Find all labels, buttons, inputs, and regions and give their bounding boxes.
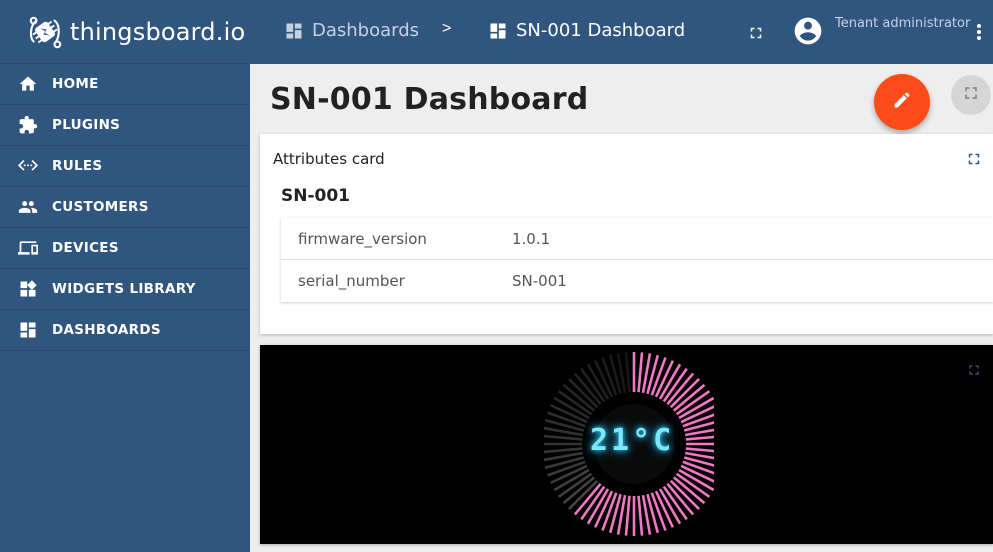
attribute-key: firmware_version bbox=[298, 229, 427, 248]
gauge-tick-lit bbox=[637, 352, 644, 393]
user-role: Tenant administrator bbox=[835, 16, 971, 31]
account-circle-icon[interactable] bbox=[792, 15, 824, 47]
gauge-value: 21°C bbox=[590, 423, 675, 458]
gauge-tick-lit bbox=[685, 447, 714, 453]
attribute-value: 1.0.1 bbox=[512, 229, 551, 248]
fullscreen-icon bbox=[961, 83, 981, 108]
gauge-tick-unlit bbox=[624, 352, 631, 393]
breadcrumb-label: SN-001 Dashboard bbox=[516, 20, 686, 41]
dashboard-icon bbox=[18, 320, 38, 340]
widget-title: Attributes card bbox=[273, 150, 385, 168]
pencil-icon bbox=[892, 90, 912, 115]
sidebar-item-home[interactable]: HOME bbox=[0, 64, 250, 105]
dashboard-icon bbox=[284, 21, 304, 41]
table-row: serial_number SN-001 bbox=[281, 260, 993, 302]
fullscreen-icon[interactable] bbox=[965, 150, 983, 173]
sidebar-item-label: RULES bbox=[52, 158, 103, 174]
sidebar-item-label: WIDGETS LIBRARY bbox=[52, 281, 196, 297]
sidebar-item-customers[interactable]: CUSTOMERS bbox=[0, 187, 250, 228]
sidebar: thingsboard.io HOME PLUGINS RULES CUSTOM… bbox=[0, 0, 250, 552]
sidebar-item-rules[interactable]: RULES bbox=[0, 146, 250, 187]
attribute-value: SN-001 bbox=[512, 272, 567, 290]
breadcrumb-dashboards[interactable]: Dashboards bbox=[284, 20, 419, 41]
settings-ethernet-icon bbox=[18, 156, 38, 176]
page-title: SN-001 Dashboard bbox=[270, 82, 589, 117]
dashboard-icon bbox=[488, 21, 508, 41]
gauge-tick-lit bbox=[637, 495, 644, 536]
devices-icon bbox=[18, 238, 38, 258]
table-row: firmware_version 1.0.1 bbox=[281, 218, 993, 260]
breadcrumb-current-dashboard[interactable]: SN-001 Dashboard bbox=[488, 20, 685, 41]
attributes-card-widget: Attributes card SN-001 firmware_version … bbox=[260, 134, 993, 334]
entity-name: SN-001 bbox=[281, 186, 351, 206]
sidebar-item-devices[interactable]: DEVICES bbox=[0, 228, 250, 269]
breadcrumb-label: Dashboards bbox=[312, 20, 420, 41]
attribute-key: serial_number bbox=[298, 272, 405, 290]
sidebar-item-label: DASHBOARDS bbox=[52, 322, 161, 338]
thingsboard-logo-icon bbox=[29, 16, 62, 48]
more-vert-icon[interactable] bbox=[974, 22, 984, 47]
sidebar-item-label: PLUGINS bbox=[52, 117, 121, 133]
sidebar-item-label: HOME bbox=[52, 76, 99, 92]
temperature-gauge-widget: 21°C bbox=[260, 345, 993, 544]
breadcrumb-separator: > bbox=[442, 20, 452, 37]
gauge-tick-unlit bbox=[544, 447, 583, 454]
widgets-icon bbox=[18, 279, 38, 299]
edit-dashboard-button[interactable] bbox=[874, 74, 930, 130]
sidebar-item-dashboards[interactable]: DASHBOARDS bbox=[0, 310, 250, 351]
top-toolbar: Dashboards > SN-001 Dashboard Tenant adm… bbox=[250, 0, 993, 64]
gauge-tick-unlit bbox=[544, 434, 583, 441]
brand-name: thingsboard.io bbox=[70, 17, 246, 46]
sidebar-item-widgets-library[interactable]: WIDGETS LIBRARY bbox=[0, 269, 250, 310]
gauge-tick-lit bbox=[624, 495, 631, 536]
dashboard-fullscreen-button[interactable] bbox=[951, 75, 991, 115]
people-icon bbox=[18, 197, 38, 217]
sidebar-item-plugins[interactable]: PLUGINS bbox=[0, 105, 250, 146]
sidebar-item-label: DEVICES bbox=[52, 240, 119, 256]
gauge-tick-lit bbox=[685, 435, 714, 441]
fullscreen-icon[interactable] bbox=[747, 24, 765, 47]
puzzle-icon bbox=[18, 115, 38, 135]
brand[interactable]: thingsboard.io bbox=[0, 0, 250, 64]
fullscreen-icon[interactable] bbox=[966, 362, 982, 383]
sidebar-item-label: CUSTOMERS bbox=[52, 199, 149, 215]
attributes-table: firmware_version 1.0.1 serial_number SN-… bbox=[281, 218, 993, 302]
home-icon bbox=[18, 74, 38, 94]
